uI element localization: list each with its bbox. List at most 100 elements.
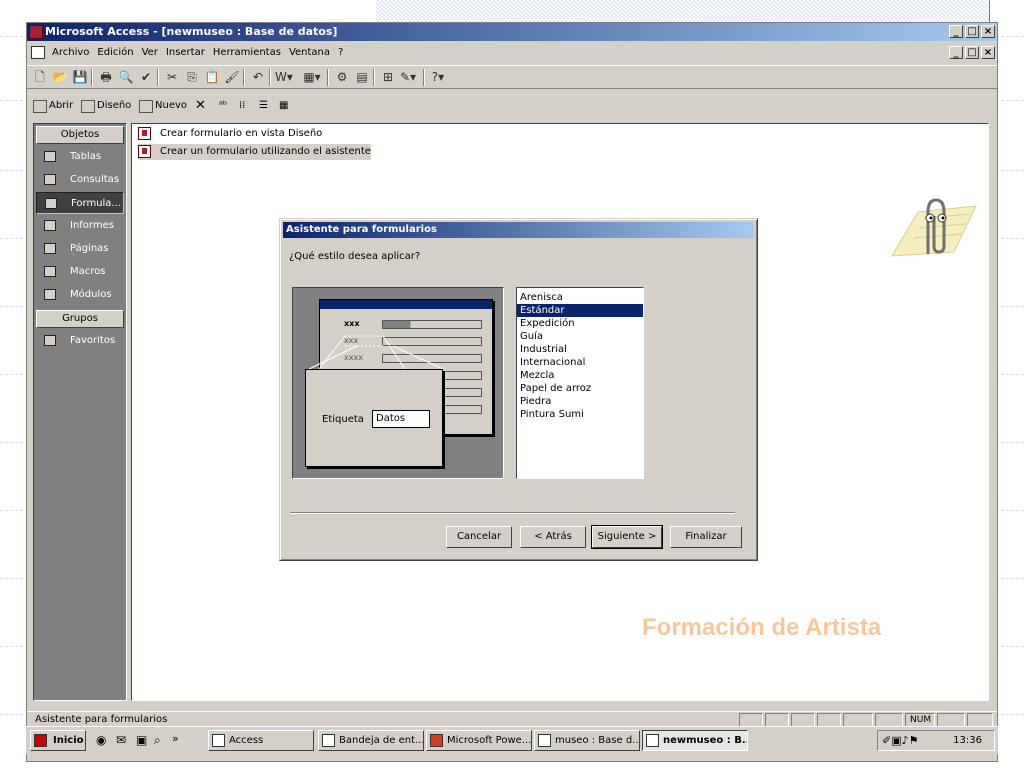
details-view-icon[interactable]: ▦ (279, 93, 288, 119)
doc-restore-button[interactable]: □ (965, 46, 979, 59)
new-label: Nuevo (155, 100, 188, 111)
object-modulos[interactable]: Módulos (36, 284, 124, 306)
style-option[interactable]: Industrial (517, 343, 643, 356)
new-object-icon[interactable]: ✎▾ (399, 69, 417, 86)
new-file-icon[interactable]: 🗋 (31, 69, 49, 86)
code-icon[interactable]: ⚙ (333, 69, 351, 86)
object-label: Macros (70, 266, 106, 277)
style-option[interactable]: Expedición (517, 317, 643, 330)
finish-button[interactable]: Finalizar (670, 526, 742, 548)
print-icon[interactable]: 🖶 (97, 69, 115, 86)
office-links-icon[interactable]: W▾ (275, 69, 293, 86)
list-view-icon[interactable]: ☰ (259, 93, 268, 119)
quicklaunch-ie-icon[interactable]: ◉ (96, 733, 106, 747)
task-powerpoint[interactable]: Microsoft Powe... (426, 730, 532, 751)
properties-icon[interactable]: ▤ (353, 69, 371, 86)
menu-herramientas[interactable]: Herramientas (212, 43, 282, 63)
style-option[interactable]: Mezcla (517, 369, 643, 382)
slide-brand-text: Formación de Artista (642, 614, 882, 641)
object-tablas[interactable]: Tablas (36, 146, 124, 168)
objects-header[interactable]: Objetos (36, 126, 124, 144)
tray-icons[interactable]: ✐▣♪⚑ (882, 731, 919, 750)
object-formularios[interactable]: Formula... (36, 192, 124, 214)
document-icon[interactable] (31, 46, 45, 59)
spelling-icon[interactable]: ✔ (137, 69, 155, 86)
menu-ayuda[interactable]: ? (337, 43, 344, 63)
design-button[interactable]: Diseño (81, 93, 131, 119)
quicklaunch-more-icon[interactable]: » (172, 732, 179, 745)
access-app-icon[interactable] (29, 25, 43, 39)
style-listbox[interactable]: Arenisca Estándar Expedición Guía Indust… (516, 287, 644, 479)
groups-header[interactable]: Grupos (36, 310, 124, 328)
task-museo[interactable]: museo : Base d... (534, 730, 640, 751)
doc-minimize-button[interactable]: _ (949, 46, 963, 59)
menu-ver[interactable]: Ver (141, 43, 159, 63)
list-item-label: Crear un formulario utilizando el asiste… (160, 146, 371, 157)
menu-archivo[interactable]: Archivo (51, 43, 90, 63)
style-option[interactable]: Internacional (517, 356, 643, 369)
help-icon[interactable]: ?▾ (429, 69, 447, 86)
list-item[interactable]: Crear formulario en vista Diseño (138, 126, 322, 142)
cancel-button[interactable]: Cancelar (446, 526, 512, 548)
clock[interactable]: 13:36 (953, 735, 982, 746)
undo-icon[interactable]: ↶ (249, 69, 267, 86)
large-icons-icon[interactable]: ᵃᵇ (219, 93, 227, 119)
style-option[interactable]: Papel de arroz (517, 382, 643, 395)
form-wizard-icon (138, 145, 151, 158)
object-consultas[interactable]: Consultas (36, 169, 124, 191)
menu-insertar[interactable]: Insertar (165, 43, 206, 63)
task-access[interactable]: Access (208, 730, 314, 751)
module-icon (44, 289, 56, 300)
office-assistant-clippy-icon[interactable] (884, 194, 978, 268)
open-button[interactable]: Abrir (33, 93, 73, 119)
style-option[interactable]: Guía (517, 330, 643, 343)
menu-ventana[interactable]: Ventana (288, 43, 331, 63)
maximize-button[interactable]: □ (965, 25, 979, 38)
next-button[interactable]: Siguiente > (591, 525, 663, 549)
quicklaunch-outlook-icon[interactable]: ✉ (116, 733, 126, 747)
small-icons-icon[interactable]: ⁞⁞ (239, 93, 245, 119)
new-button[interactable]: Nuevo (139, 93, 187, 119)
save-icon[interactable]: 💾 (71, 69, 89, 86)
status-cell (967, 713, 993, 727)
list-item[interactable]: Crear un formulario utilizando el asiste… (138, 144, 371, 160)
paste-icon[interactable]: 📋 (203, 69, 221, 86)
style-option[interactable]: Piedra (517, 395, 643, 408)
style-option[interactable]: Pintura Sumi (517, 408, 643, 421)
task-bandeja[interactable]: Bandeja de ent... (318, 730, 424, 751)
print-preview-icon[interactable]: 🔍 (117, 69, 135, 86)
design-icon (81, 99, 95, 113)
analyze-icon[interactable]: ▦▾ (303, 69, 321, 86)
task-newmuseo[interactable]: newmuseo : B... (642, 730, 748, 751)
slide-header-band (376, 0, 990, 22)
relationships-icon[interactable]: ⊞ (379, 69, 397, 86)
quicklaunch-explorer-icon[interactable]: ⌕ (154, 733, 161, 748)
cut-icon[interactable]: ✂ (163, 69, 181, 86)
status-cell (843, 713, 873, 727)
style-option[interactable]: Arenisca (517, 291, 643, 304)
doc-close-button[interactable]: × (981, 46, 995, 59)
style-option-selected[interactable]: Estándar (517, 304, 643, 317)
close-button[interactable]: × (981, 25, 995, 38)
toolbar-separator (269, 69, 271, 86)
title-bar[interactable]: Microsoft Access - [newmuseo : Base de d… (27, 23, 997, 41)
menu-edicion[interactable]: Edición (96, 43, 134, 63)
status-cell (765, 713, 789, 727)
copy-icon[interactable]: ⎘ (183, 69, 201, 86)
format-painter-icon[interactable]: 🖌 (223, 69, 241, 86)
delete-icon[interactable]: ✕ (195, 93, 206, 119)
object-paginas[interactable]: Páginas (36, 238, 124, 260)
object-label: Módulos (70, 289, 112, 300)
back-button[interactable]: < Atrás (520, 526, 586, 548)
windows-logo-icon (34, 734, 47, 747)
start-button[interactable]: Inicio (30, 730, 86, 751)
open-folder-icon[interactable]: 📂 (51, 69, 69, 86)
open-icon (33, 99, 47, 113)
status-text: Asistente para formularios (35, 714, 168, 725)
object-informes[interactable]: Informes (36, 215, 124, 237)
minimize-button[interactable]: _ (949, 25, 963, 38)
group-favoritos[interactable]: Favoritos (36, 330, 124, 352)
quicklaunch-desktop-icon[interactable]: ▣ (136, 733, 147, 747)
object-macros[interactable]: Macros (36, 261, 124, 283)
wizard-title-bar[interactable]: Asistente para formularios (283, 222, 754, 238)
